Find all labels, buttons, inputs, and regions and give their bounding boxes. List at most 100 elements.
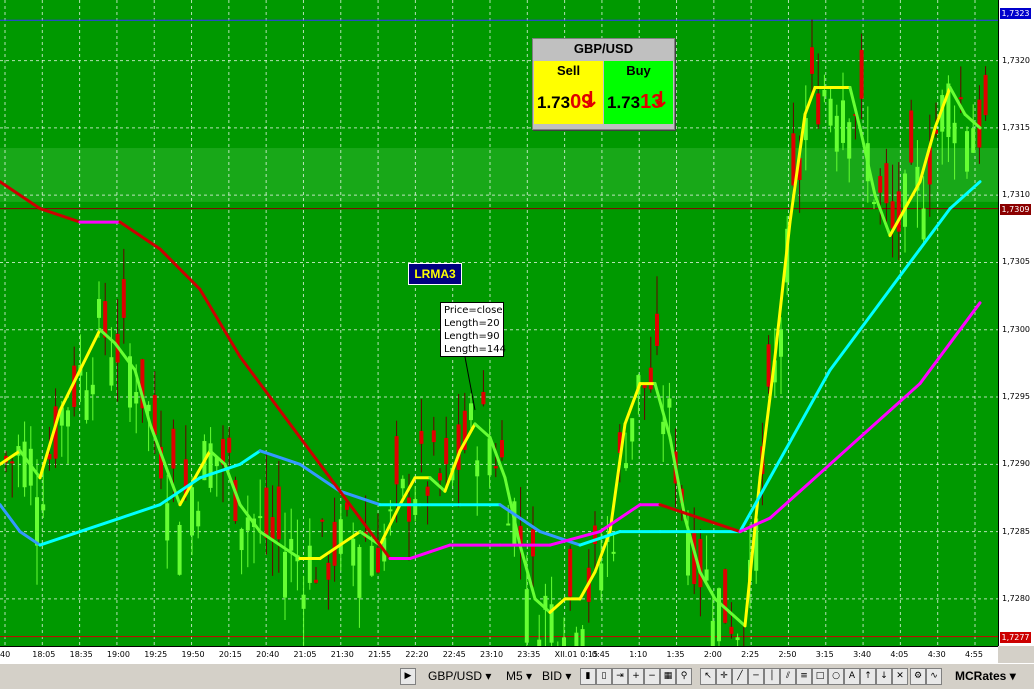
ma-segment-1: [728, 610, 747, 628]
candle-body: [717, 588, 721, 642]
time-tick-label: 19:50: [181, 650, 205, 659]
ma-segment-1: [0, 449, 22, 466]
time-tick-label: 20:15: [218, 650, 242, 659]
time-tick-label: 3:40: [853, 650, 872, 659]
candle-body: [289, 538, 294, 551]
price-tick-label: 1,7285: [1002, 526, 1030, 536]
time-axis[interactable]: 40 18:05 18:35 19:00 19:25 19:50 20:15 20:40 21:…: [0, 646, 998, 663]
sell-button[interactable]: Sell 1.7309 ↓: [534, 61, 603, 124]
zoom-out-icon[interactable]: −: [644, 668, 660, 685]
ma-segment-2: [238, 449, 262, 466]
indicator-param: Length=90: [444, 331, 500, 342]
bar-chart-icon[interactable]: ▮: [580, 668, 596, 685]
candle-body: [369, 545, 374, 576]
price-tick-label: 1,7320: [1002, 55, 1030, 65]
candle-body: [531, 529, 535, 557]
time-tick-label: 40: [0, 650, 11, 659]
text-tool-icon[interactable]: A: [844, 668, 860, 685]
ma-segment-3: [918, 341, 952, 386]
scroll-right-icon[interactable]: ▶: [400, 668, 416, 685]
price-tick-label: 1,7310: [1002, 190, 1030, 200]
price-axis[interactable]: 1,7280 1,7285 1,7290 1,7295 1,7300 1,7305 1,73…: [998, 0, 1034, 646]
candle-body: [22, 441, 27, 488]
eraser-icon[interactable]: ✕: [892, 668, 908, 685]
price-tick-label: 1,7300: [1002, 324, 1030, 334]
time-tick-label: 22:45: [442, 650, 466, 659]
candle-body: [890, 201, 895, 229]
time-tick-label: 2:25: [741, 650, 760, 659]
indicator-icon[interactable]: ∿: [926, 668, 942, 685]
candle-body: [729, 626, 734, 634]
candle-body: [562, 637, 566, 646]
candle-body: [258, 516, 263, 519]
time-tick-label: 19:25: [144, 650, 168, 659]
candle-body: [630, 418, 635, 442]
candle-body: [438, 473, 442, 481]
time-tick-label: 3:15: [815, 650, 834, 659]
candle-chart-icon[interactable]: ▯: [596, 668, 612, 685]
ma-segment-2: [38, 530, 82, 547]
candle-body: [952, 122, 957, 144]
vertical-line-icon[interactable]: │: [764, 668, 780, 685]
timeframe-selector[interactable]: M5 ▾: [506, 667, 532, 685]
cursor-icon[interactable]: ↖: [700, 668, 716, 685]
candle-body: [444, 437, 449, 465]
fibonacci-icon[interactable]: ≡: [796, 668, 812, 685]
ma-segment-3: [238, 355, 272, 399]
arrow-up-icon[interactable]: ↑: [860, 668, 876, 685]
candle-body: [648, 367, 653, 390]
time-tick-label: 21:55: [368, 650, 392, 659]
candle-body: [500, 440, 504, 458]
crosshair-icon[interactable]: ✛: [716, 668, 732, 685]
ma-segment-1: [223, 462, 242, 507]
candle-body: [599, 563, 604, 591]
candle-body: [97, 299, 101, 318]
indicator-param: Length=144: [444, 344, 506, 355]
candle-body: [810, 47, 814, 74]
candle-body: [314, 579, 318, 583]
candle-body: [376, 547, 380, 573]
chart-settings-icon[interactable]: ⚙: [910, 668, 926, 685]
candle-body: [84, 390, 89, 420]
buy-button[interactable]: Buy 1.7313 ↓: [604, 61, 673, 124]
candle-body: [388, 509, 393, 512]
zoom-in-icon[interactable]: +: [628, 668, 644, 685]
candle-body: [723, 569, 728, 623]
scroll-end-icon[interactable]: ⇥: [612, 668, 628, 685]
candle-body: [971, 128, 976, 153]
candle-body: [419, 430, 424, 444]
price-type-selector[interactable]: BID ▾: [542, 667, 571, 685]
time-tick-label: 2:50: [778, 650, 797, 659]
ma-segment-2: [0, 503, 22, 534]
candle-body: [332, 521, 337, 566]
arrow-down-icon[interactable]: ↓: [876, 668, 892, 685]
candle-body: [357, 547, 362, 598]
trendline-icon[interactable]: ╱: [732, 668, 748, 685]
ma-segment-2: [828, 328, 862, 372]
ellipse-icon[interactable]: ○: [828, 668, 844, 685]
candle-body: [307, 545, 312, 583]
candle-body: [828, 98, 833, 126]
brand-menu[interactable]: MCRates ▾: [955, 667, 1016, 685]
candle-body: [171, 428, 176, 469]
candle-body: [400, 478, 405, 489]
ma-segment-1: [948, 85, 967, 116]
candle-body: [121, 279, 126, 318]
candle-body: [413, 499, 418, 515]
candle-body: [611, 551, 616, 554]
candle-body: [351, 538, 356, 566]
candle-body: [822, 89, 827, 97]
rectangle-icon[interactable]: □: [812, 668, 828, 685]
channel-icon[interactable]: ⫽: [780, 668, 796, 685]
indicator-label[interactable]: LRMA3: [408, 263, 462, 285]
horizontal-line-icon[interactable]: ─: [748, 668, 764, 685]
candle-body: [624, 463, 628, 469]
candle-body: [320, 519, 325, 522]
grid-icon[interactable]: ▦: [660, 668, 676, 685]
candle-body: [958, 97, 963, 100]
ma-segment-1: [458, 422, 477, 453]
time-tick-label: 23:35: [517, 650, 541, 659]
symbol-selector[interactable]: GBP/USD ▾: [428, 667, 491, 685]
chart-area[interactable]: GBP/USD Sell 1.7309 ↓ Buy 1.7313 ↓ LRMA3…: [0, 0, 998, 646]
search-icon[interactable]: ⚲: [676, 668, 692, 685]
